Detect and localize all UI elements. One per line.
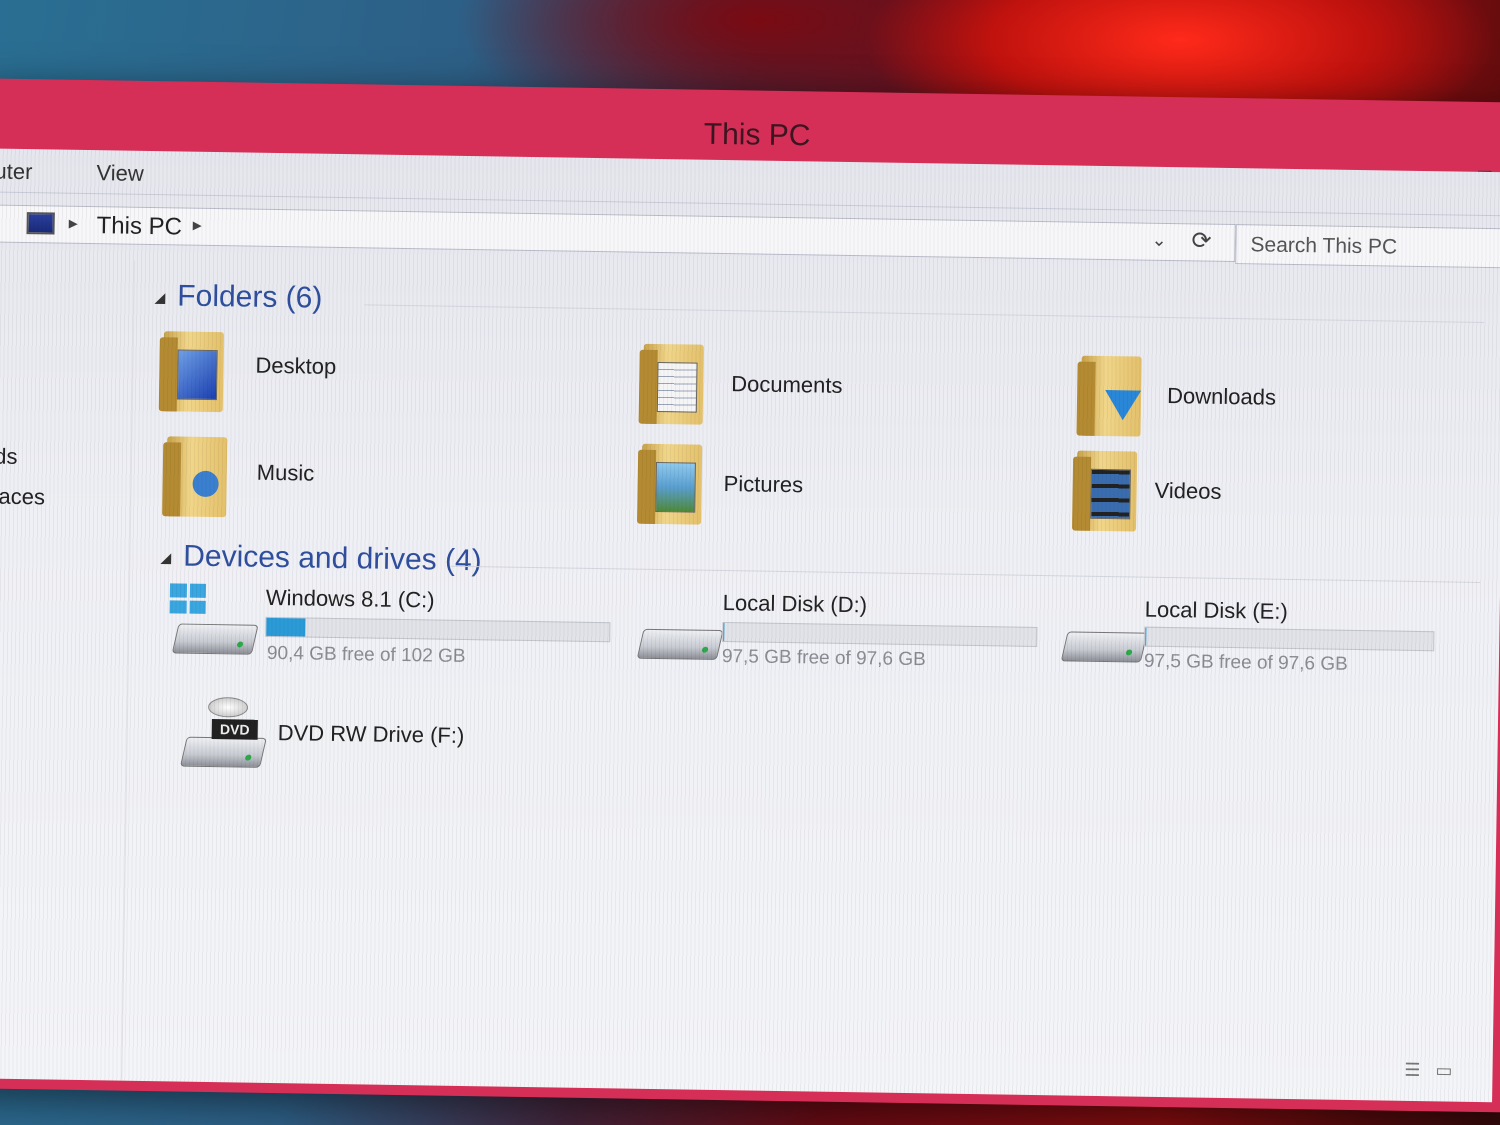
disc-icon: [207, 696, 249, 718]
windows-logo-icon: [169, 583, 207, 614]
address-dropdown-icon[interactable]: ⌄: [1151, 230, 1166, 251]
group-divider: [450, 565, 1481, 583]
group-header-folders[interactable]: ◢ Folders (6): [154, 279, 322, 316]
downloads-folder-icon: [1080, 355, 1142, 437]
tiles-view-icon[interactable]: ▭: [1435, 1060, 1452, 1080]
drive-capacity-bar: [265, 616, 611, 643]
details-view-icon[interactable]: ☰: [1404, 1060, 1420, 1080]
dvd-drive-icon: [179, 736, 267, 768]
drive-label: Windows 8.1 (C:): [265, 584, 435, 613]
dvd-badge: DVD: [211, 719, 258, 740]
folder-label: Videos: [1154, 477, 1222, 504]
group-header-devices[interactable]: ◢ Devices and drives (4): [160, 539, 482, 578]
group-title-devices: Devices and drives (4): [182, 539, 482, 578]
drive-free-space: 97,5 GB free of 97,6 GB: [1143, 650, 1348, 675]
file-explorer-window: This PC – □ uter View ▸ This PC ▸ ⌄ ⟳ Se…: [0, 78, 1500, 1113]
hard-drive-icon: [1060, 631, 1148, 663]
videos-folder-icon: [1075, 450, 1138, 532]
group-title-folders: Folders (6): [177, 279, 323, 315]
drive-capacity-fill: [723, 623, 724, 642]
nav-item-recent-places[interactable]: places: [0, 483, 45, 510]
music-folder-icon: [166, 436, 228, 518]
hard-drive-icon: [636, 628, 724, 660]
drive-free-space: 90,4 GB free of 102 GB: [266, 642, 466, 668]
drive-capacity-fill: [266, 617, 306, 637]
folder-label: Music: [256, 459, 315, 486]
documents-folder-icon: [642, 343, 704, 425]
tab-computer[interactable]: uter: [0, 159, 33, 186]
group-divider: [364, 304, 1485, 323]
breadcrumb-arrow-icon[interactable]: ▸: [69, 213, 78, 234]
computer-icon: [26, 212, 55, 235]
windows-drive-icon: [171, 623, 259, 655]
drive-label: Local Disk (D:): [722, 590, 868, 618]
drive-capacity-fill: [1145, 627, 1146, 646]
view-switcher: ☰ ▭: [1404, 1060, 1452, 1082]
drive-label: Local Disk (E:): [1144, 596, 1288, 624]
desktop-folder-icon: [162, 331, 224, 413]
breadcrumb-this-pc[interactable]: This PC: [96, 212, 182, 241]
folder-label: Pictures: [723, 471, 804, 498]
collapse-arrow-icon[interactable]: ◢: [154, 289, 165, 305]
navigation-pane: ads places: [0, 258, 136, 1081]
refresh-icon[interactable]: ⟳: [1191, 226, 1212, 255]
drive-label: DVD RW Drive (F:): [277, 720, 465, 748]
folder-label: Downloads: [1166, 383, 1277, 410]
drive-free-space: 97,5 GB free of 97,6 GB: [721, 646, 926, 671]
folder-label: Desktop: [255, 352, 337, 379]
tab-view[interactable]: View: [96, 160, 144, 187]
breadcrumb-arrow-icon[interactable]: ▸: [193, 215, 202, 236]
folder-label: Documents: [731, 371, 843, 398]
collapse-arrow-icon[interactable]: ◢: [160, 549, 171, 565]
drive-capacity-bar: [722, 622, 1038, 647]
pictures-folder-icon: [641, 443, 703, 525]
address-bar[interactable]: ▸ This PC ▸ ⌄ ⟳: [0, 204, 1236, 263]
explorer-client-area: uter View ▸ This PC ▸ ⌄ ⟳ Search This PC…: [0, 148, 1500, 1103]
search-placeholder: Search This PC: [1250, 233, 1398, 259]
drive-capacity-bar: [1144, 626, 1435, 652]
search-input[interactable]: Search This PC: [1235, 224, 1500, 269]
nav-item-downloads[interactable]: ads: [0, 443, 18, 470]
